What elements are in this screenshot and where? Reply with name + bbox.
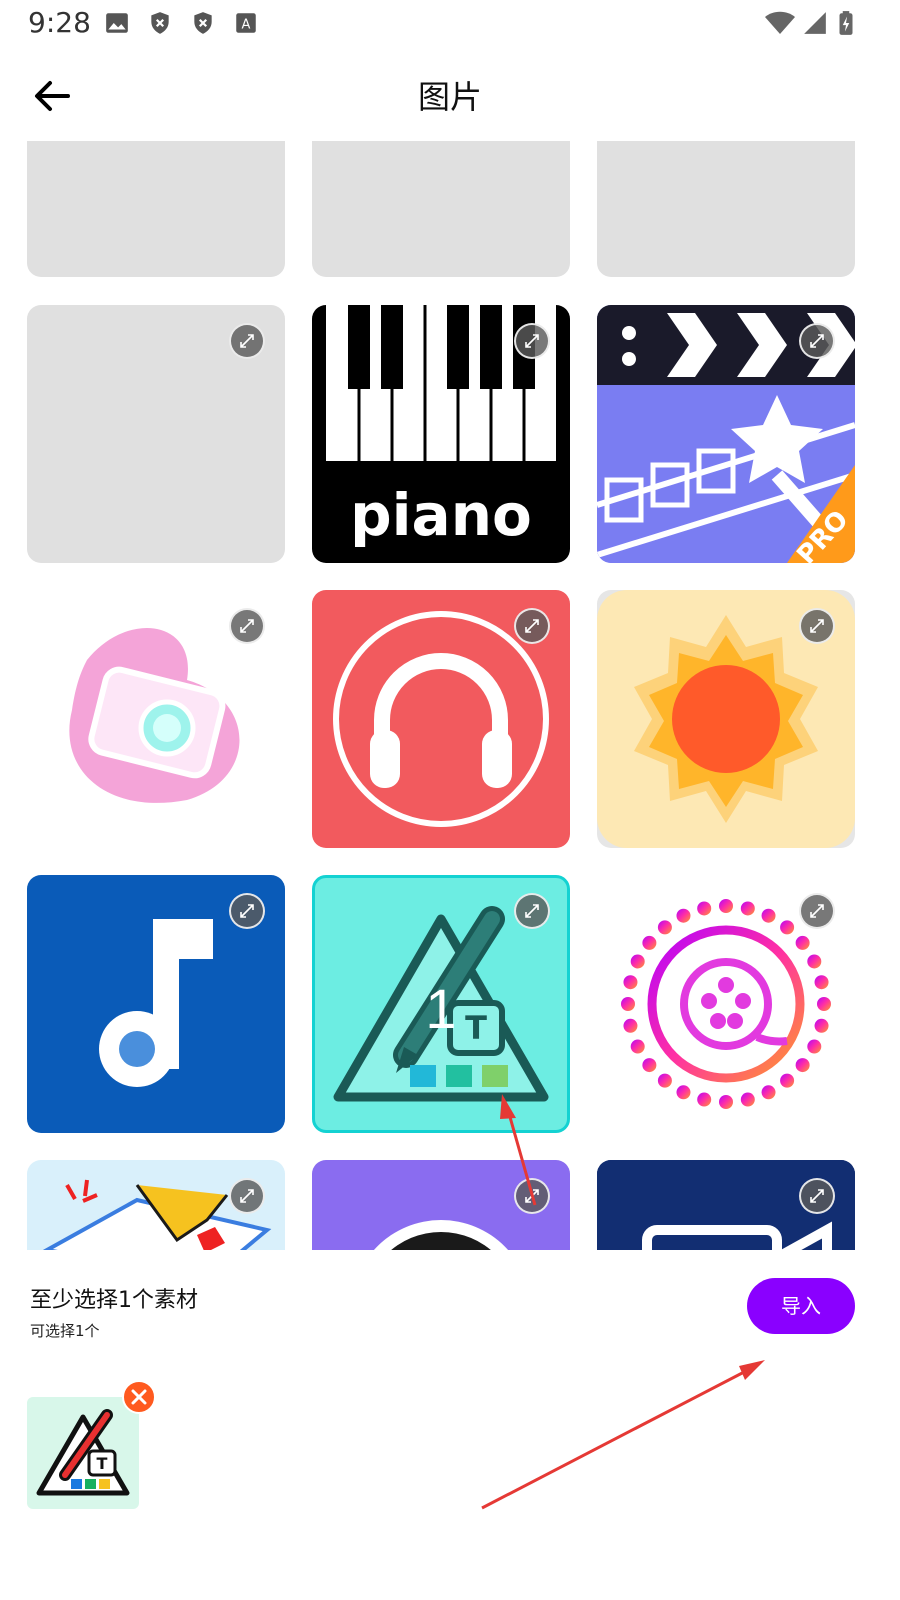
expand-icon[interactable] bbox=[229, 323, 265, 359]
ring-dot bbox=[807, 1039, 822, 1054]
ring-dot bbox=[719, 899, 733, 913]
ring-dot bbox=[630, 1039, 645, 1054]
ring-dot bbox=[642, 1058, 657, 1073]
svg-text:A: A bbox=[242, 17, 251, 32]
piano-label: piano bbox=[350, 481, 532, 549]
ring-dot bbox=[795, 1058, 810, 1073]
ring-dot bbox=[719, 1095, 733, 1109]
grid-tile-film-reel-ring[interactable] bbox=[597, 875, 855, 1133]
ring-dot bbox=[657, 920, 672, 935]
ring-dot bbox=[642, 935, 657, 950]
selected-thumbnail[interactable]: T bbox=[27, 1397, 139, 1509]
grid-tile-toy-box[interactable] bbox=[27, 1160, 285, 1250]
expand-icon[interactable] bbox=[799, 893, 835, 929]
expand-icon[interactable] bbox=[799, 323, 835, 359]
shield-x-icon bbox=[194, 12, 212, 34]
close-icon bbox=[131, 1389, 147, 1405]
ring-dot bbox=[623, 1018, 638, 1033]
page-title: 图片 bbox=[417, 78, 482, 116]
shield-x-icon bbox=[151, 12, 169, 34]
signal-icon bbox=[804, 12, 826, 34]
grid-tile-video-editor-pro[interactable]: PRO bbox=[597, 305, 855, 563]
ring-dot bbox=[657, 1073, 672, 1088]
wifi-icon bbox=[765, 11, 795, 34]
expand-icon[interactable] bbox=[514, 893, 550, 929]
expand-icon[interactable] bbox=[229, 608, 265, 644]
expand-icon[interactable] bbox=[514, 1178, 550, 1214]
ring-dot bbox=[676, 1085, 691, 1100]
grid-tile-piano-app[interactable]: piano bbox=[312, 305, 570, 563]
ring-dot bbox=[697, 1092, 712, 1107]
grid-tile-text-pencil-selected[interactable]: T 1 bbox=[312, 875, 570, 1133]
selection-number: 1 bbox=[425, 977, 457, 1040]
ring-dot bbox=[780, 920, 795, 935]
grid-tile-placeholder[interactable] bbox=[27, 141, 285, 277]
expand-icon[interactable] bbox=[514, 323, 550, 359]
ring-dot bbox=[807, 954, 822, 969]
grid-tile-sun[interactable] bbox=[597, 590, 855, 848]
expand-icon[interactable] bbox=[229, 1178, 265, 1214]
ring-dot bbox=[761, 908, 776, 923]
ring-dot bbox=[814, 975, 829, 990]
remove-selection-button[interactable] bbox=[122, 1380, 156, 1414]
ring-dot bbox=[740, 901, 755, 916]
expand-icon[interactable] bbox=[799, 1178, 835, 1214]
grid-tile-placeholder[interactable] bbox=[27, 305, 285, 563]
expand-icon[interactable] bbox=[229, 893, 265, 929]
grid-tile-pink-camera[interactable] bbox=[27, 590, 285, 848]
ring-dot bbox=[697, 901, 712, 916]
ring-dot bbox=[761, 1085, 776, 1100]
grid-tile-placeholder[interactable] bbox=[312, 141, 570, 277]
svg-text:T: T bbox=[97, 1454, 108, 1473]
grid-tile-music-note[interactable] bbox=[27, 875, 285, 1133]
ring-dot bbox=[795, 935, 810, 950]
ring-dot bbox=[621, 997, 635, 1011]
expand-icon[interactable] bbox=[514, 608, 550, 644]
grid-tile-camera-lens[interactable] bbox=[312, 1160, 570, 1250]
grid-tile-video-camera[interactable] bbox=[597, 1160, 855, 1250]
text-pencil-thumb-icon: T bbox=[36, 1409, 130, 1496]
ring-dot bbox=[623, 975, 638, 990]
ring-dot bbox=[817, 997, 831, 1011]
grid-tile-headphones[interactable] bbox=[312, 590, 570, 848]
image-icon bbox=[106, 13, 128, 33]
grid-tile-placeholder[interactable] bbox=[597, 141, 855, 277]
selection-limit: 可选择1个 bbox=[30, 1322, 100, 1340]
ring-dot bbox=[780, 1073, 795, 1088]
status-time: 9:28 bbox=[28, 6, 91, 39]
ring-dot bbox=[740, 1092, 755, 1107]
expand-icon[interactable] bbox=[799, 608, 835, 644]
ring-dot bbox=[814, 1018, 829, 1033]
selection-hint: 至少选择1个素材 bbox=[30, 1288, 198, 1313]
selection-panel: 至少选择1个素材 可选择1个 导入 T bbox=[0, 1250, 900, 1600]
image-grid[interactable]: piano PRO T 1 bbox=[0, 141, 900, 1250]
import-button[interactable]: 导入 bbox=[747, 1278, 855, 1334]
ring-dot bbox=[676, 908, 691, 923]
app-header: 图片 bbox=[0, 58, 900, 136]
status-bar: 9:28 A bbox=[0, 0, 900, 48]
battery-charging-icon bbox=[839, 11, 853, 35]
ring-dot bbox=[630, 954, 645, 969]
text-a-icon: A bbox=[236, 13, 256, 33]
